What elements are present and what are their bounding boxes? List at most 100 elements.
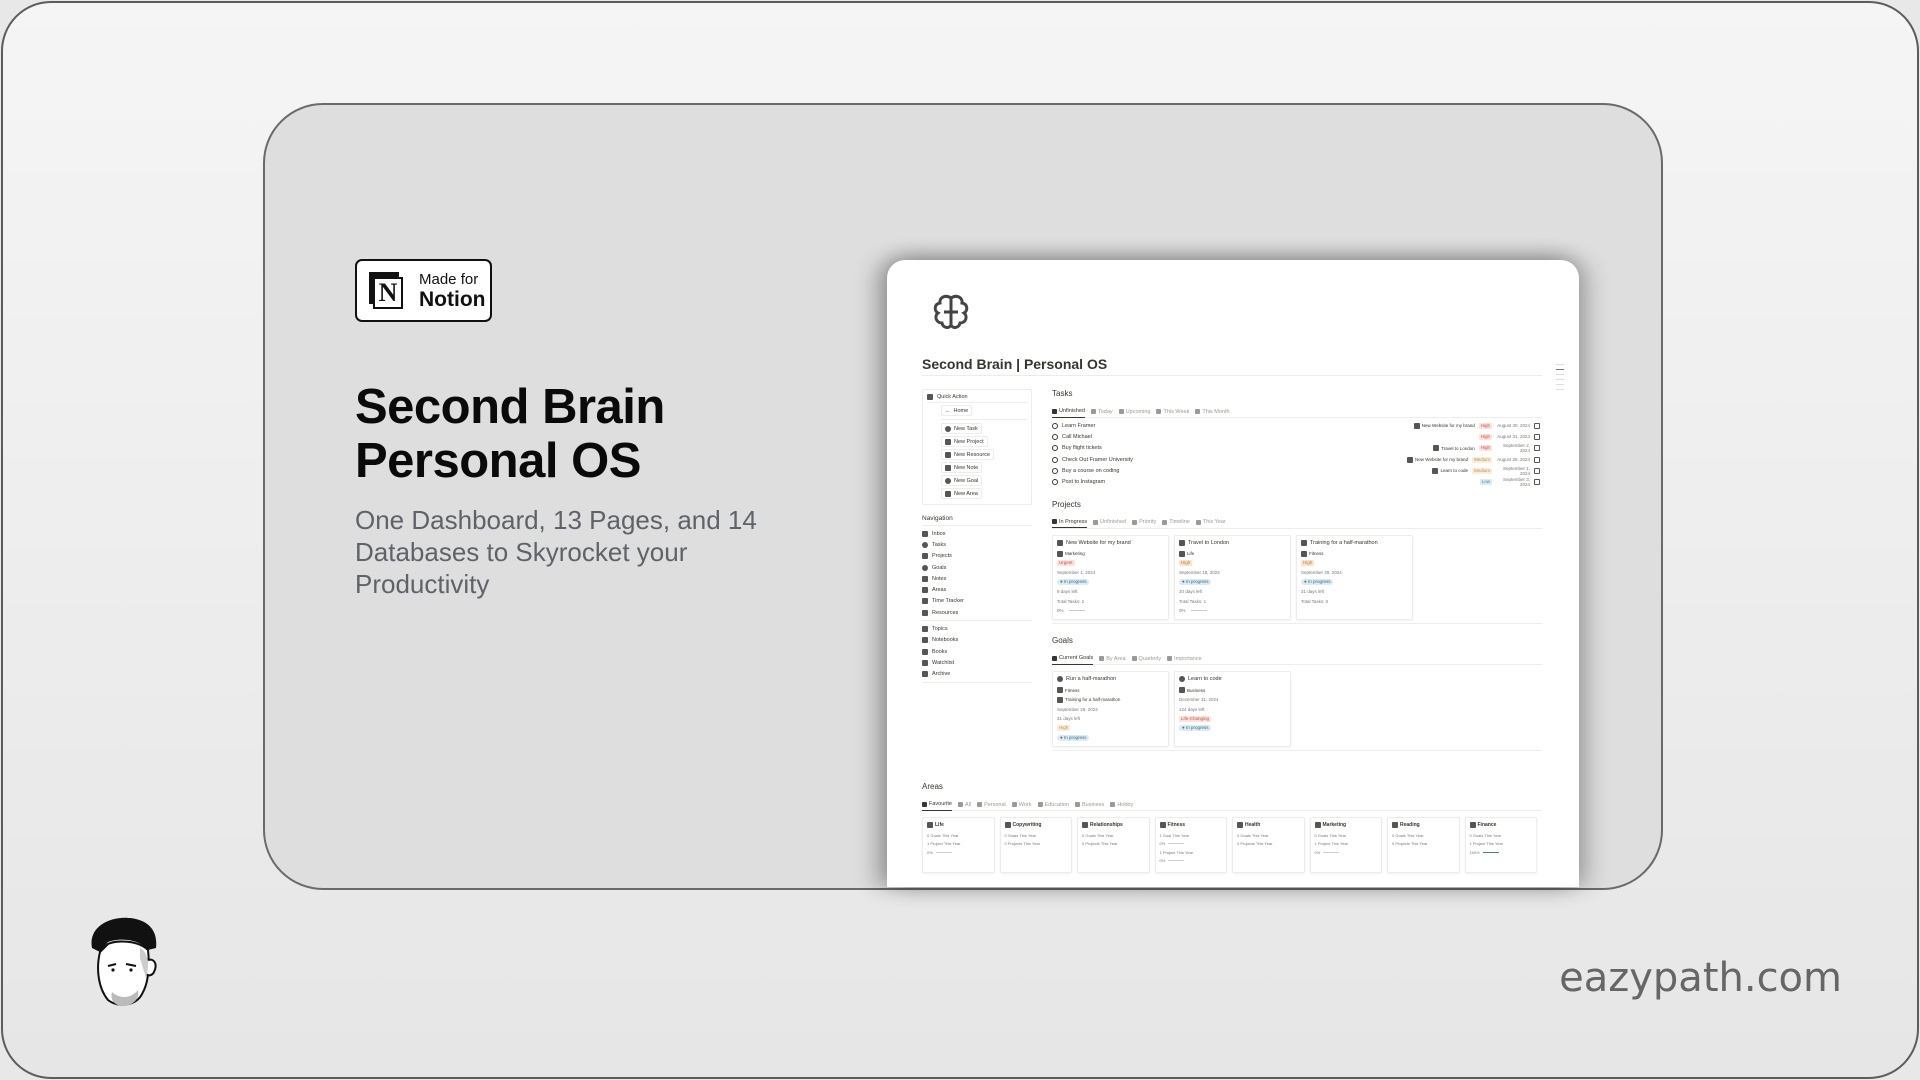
- tab-favourite[interactable]: Favourite: [922, 799, 952, 811]
- task-status-icon[interactable]: [1052, 456, 1058, 463]
- sidebar-item-archive[interactable]: Archive: [922, 669, 1032, 680]
- task-project-label: Travel to London: [1441, 445, 1475, 451]
- tab-unfinished[interactable]: Unfinished: [1093, 516, 1126, 528]
- task-name[interactable]: Call Michael: [1062, 434, 1092, 440]
- task-project-link[interactable]: Learn to code: [1432, 467, 1468, 474]
- task-row[interactable]: Post to Instagram Low September 3, 2024: [1052, 476, 1542, 487]
- quick-action-button[interactable]: New Resource: [941, 449, 995, 460]
- task-name[interactable]: Post to Instagram: [1062, 479, 1105, 485]
- sidebar-item-goals[interactable]: Goals: [922, 562, 1032, 573]
- task-status-icon[interactable]: [1052, 422, 1058, 429]
- area-stat: 100%: [1470, 848, 1533, 857]
- sidebar-item-areas[interactable]: Areas: [922, 584, 1032, 595]
- task-status-icon[interactable]: [1052, 445, 1058, 452]
- task-row[interactable]: Check Out Framer University New Website f…: [1052, 454, 1542, 465]
- table-of-contents-scroll[interactable]: [1556, 364, 1564, 394]
- sidebar-item-resources[interactable]: Resources: [922, 607, 1032, 618]
- task-row[interactable]: Buy a course on coding Learn to code Mediu…: [1052, 465, 1542, 476]
- task-checkbox[interactable]: [1534, 433, 1540, 440]
- task-checkbox[interactable]: [1534, 422, 1540, 429]
- sidebar-item-inbox[interactable]: Inbox: [922, 528, 1032, 539]
- tab-upcoming[interactable]: Upcoming: [1118, 406, 1150, 418]
- tab-this-month[interactable]: This Month: [1195, 406, 1230, 418]
- sidebar-item-label: Time Tracker: [932, 598, 964, 605]
- project-card[interactable]: Training for a half-marathon Fitness High S…: [1296, 534, 1413, 621]
- quick-action-button[interactable]: New Area: [941, 488, 982, 499]
- sidebar-item-notes[interactable]: Notes: [922, 573, 1032, 584]
- area-card[interactable]: Fitness 1 Goal This Year 0% 1 Project This …: [1154, 817, 1227, 873]
- quick-action-button[interactable]: New Task: [941, 423, 982, 434]
- sidebar-item-time-tracker[interactable]: Time Tracker: [922, 596, 1032, 607]
- area-card[interactable]: Reading 0 Goals This Year 0 Projects This …: [1387, 817, 1460, 873]
- area-card[interactable]: Life 0 Goals This Year 1 Project This Year…: [922, 817, 995, 873]
- project-card[interactable]: New Website for my brand Marketing Urgent S…: [1052, 534, 1169, 621]
- task-status-icon[interactable]: [1052, 479, 1058, 486]
- task-name[interactable]: Learn Framer: [1062, 423, 1095, 429]
- sidebar-item-notebooks[interactable]: Notebooks: [922, 635, 1032, 646]
- briefcase-icon: [1099, 656, 1105, 662]
- goal-card[interactable]: Learn to code Business December 31, 2024 12…: [1174, 671, 1291, 748]
- task-name[interactable]: Buy a course on coding: [1062, 468, 1119, 474]
- tab-work[interactable]: Work: [1011, 799, 1032, 811]
- tab-importance[interactable]: Importance: [1167, 653, 1202, 665]
- tab-in-progress[interactable]: In Progress: [1052, 516, 1088, 529]
- undefined: 0 Projects This Year: [1004, 841, 1041, 847]
- task-project-link[interactable]: New Website for my brand: [1413, 422, 1475, 429]
- tab-by-area[interactable]: By Area: [1099, 653, 1126, 665]
- task-checkbox[interactable]: [1534, 456, 1540, 463]
- task-project-link[interactable]: Travel to London: [1433, 445, 1475, 452]
- area-card[interactable]: Relationships 0 Goals This Year 0 Projects…: [1077, 817, 1150, 873]
- sidebar-item-projects[interactable]: Projects: [922, 551, 1032, 562]
- tab-all[interactable]: All: [957, 799, 971, 811]
- tab-label: This Year: [1202, 519, 1226, 526]
- badge-line1: Made for: [419, 270, 479, 288]
- task-meta: High August 31, 2024: [1478, 433, 1540, 440]
- progress-bar: [1482, 851, 1499, 853]
- sidebar-item-watchlist[interactable]: Watchlist: [922, 657, 1032, 668]
- project-area: Life: [1179, 549, 1286, 559]
- tab-education[interactable]: Education: [1037, 799, 1069, 811]
- sidebar-item-books[interactable]: Books: [922, 646, 1032, 657]
- area-card[interactable]: Copywriting 0 Goals This Year 0 Projects T…: [999, 817, 1072, 873]
- tab-quarterly[interactable]: Quarterly: [1131, 653, 1161, 665]
- quick-action-button[interactable]: New Note: [941, 462, 983, 473]
- task-row[interactable]: Learn Framer New Website for my brand High…: [1052, 420, 1542, 431]
- hero-title: Second Brain Personal OS: [355, 380, 665, 488]
- website-url[interactable]: eazypath.com: [1559, 955, 1842, 1001]
- task-checkbox[interactable]: [1534, 467, 1540, 474]
- priority-badge: Low: [1479, 479, 1492, 486]
- task-project-link[interactable]: New Website for my brand: [1407, 456, 1468, 463]
- task-checkbox[interactable]: [1534, 479, 1540, 486]
- area-card[interactable]: Health 0 Goals This Year 0 Projects This Y…: [1232, 817, 1305, 873]
- tab-priority[interactable]: Priority: [1132, 516, 1156, 528]
- tab-hobby[interactable]: Hobby: [1110, 799, 1133, 811]
- tab-current-goals[interactable]: Current Goals: [1052, 653, 1094, 665]
- task-name[interactable]: Buy flight tickets: [1062, 445, 1102, 451]
- quick-action-button[interactable]: New Goal: [941, 475, 983, 486]
- tab-business[interactable]: Business: [1074, 799, 1104, 811]
- task-status-icon[interactable]: [1052, 433, 1058, 440]
- quick-action-button[interactable]: New Project: [941, 436, 988, 447]
- sidebar-item-tasks[interactable]: Tasks: [922, 539, 1032, 550]
- task-row[interactable]: Buy flight tickets Travel to London High Se…: [1052, 443, 1542, 454]
- tab-timeline[interactable]: Timeline: [1162, 516, 1190, 528]
- tab-personal[interactable]: Personal: [977, 799, 1006, 811]
- task-row[interactable]: Call Michael High August 31, 2024: [1052, 431, 1542, 442]
- goal-card[interactable]: Run a half-marathon Fitness Training for a…: [1052, 671, 1169, 748]
- tab-this-week[interactable]: This Week: [1156, 406, 1189, 418]
- tab-label: Unfinished: [1100, 519, 1127, 526]
- task-status-icon[interactable]: [1052, 467, 1058, 474]
- tab-today[interactable]: Today: [1091, 406, 1113, 418]
- sidebar-item-topics[interactable]: Topics: [922, 623, 1032, 634]
- tab-unfinished[interactable]: Unfinished: [1052, 406, 1085, 418]
- home-button[interactable]: ← Home: [941, 405, 973, 416]
- document-icon: [1413, 422, 1420, 429]
- task-checkbox[interactable]: [1534, 445, 1540, 452]
- goal-status: ● In progress: [1057, 733, 1164, 743]
- undefined: Relationships: [1090, 822, 1123, 828]
- area-card[interactable]: Finance 0 Goals This Year 1 Project This Y…: [1464, 817, 1537, 873]
- task-name[interactable]: Check Out Framer University: [1062, 457, 1133, 463]
- project-card[interactable]: Travel to London Life High September 18, 20…: [1174, 534, 1291, 621]
- tab-this-year[interactable]: This Year: [1195, 516, 1226, 528]
- area-card[interactable]: Marketing 0 Goals This Year 1 Project This…: [1309, 817, 1382, 873]
